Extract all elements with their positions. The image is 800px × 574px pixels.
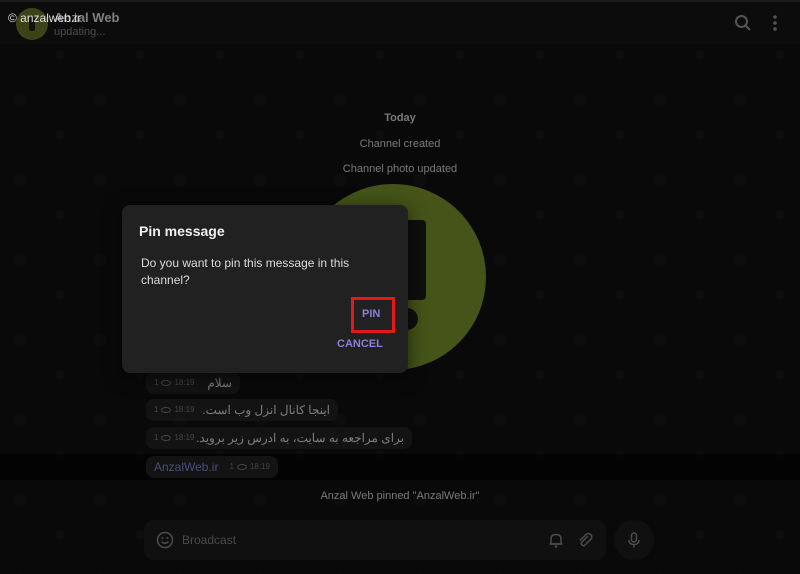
telegram-window: © anzalweb.ir Anzal Web updating... Toda… xyxy=(0,0,800,574)
cancel-button[interactable]: CANCEL xyxy=(337,338,383,350)
watermark: © anzalweb.ir xyxy=(8,11,81,25)
dialog-text: Do you want to pin this message in this … xyxy=(141,256,350,287)
dialog-title: Pin message xyxy=(139,223,225,239)
pin-message-dialog: Pin message Do you want to pin this mess… xyxy=(122,205,408,373)
highlight-box xyxy=(351,297,395,333)
